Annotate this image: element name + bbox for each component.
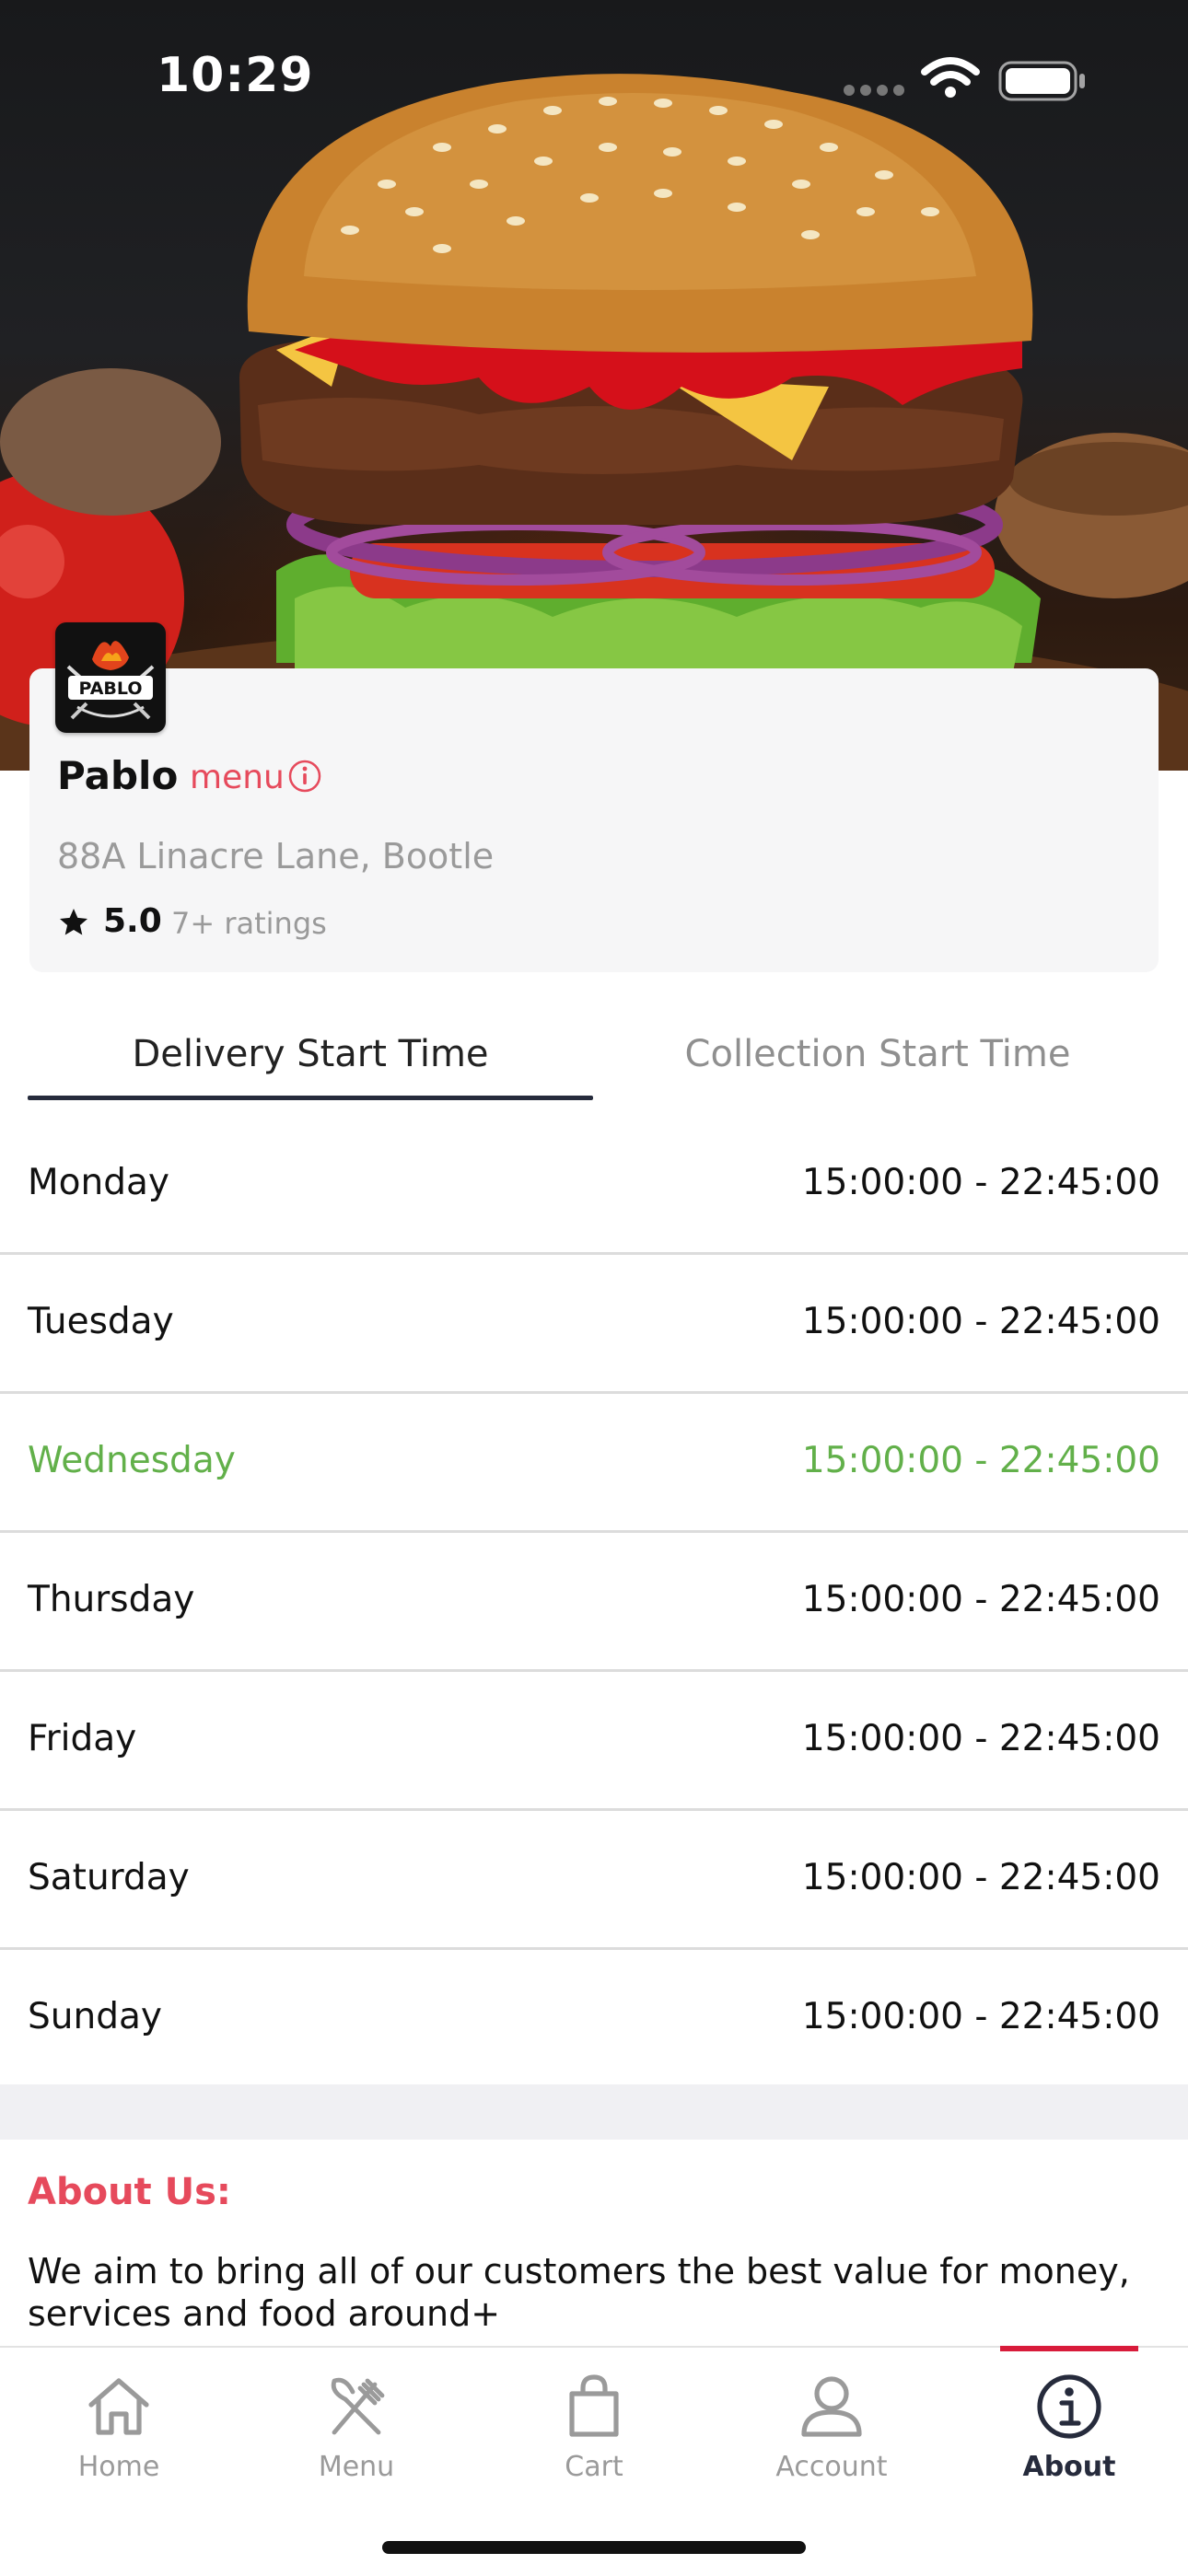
- day-hours: 15:00:00 - 22:45:00: [801, 1579, 1160, 1620]
- opening-hours-list: Monday 15:00:00 - 22:45:00 Tuesday 15:00…: [0, 1116, 1188, 2089]
- about-text: We aim to bring all of our customers the…: [28, 2251, 1130, 2334]
- day-hours: 15:00:00 - 22:45:00: [801, 1996, 1160, 2037]
- store-logo: PABLO: [55, 622, 166, 733]
- home-icon: [88, 2378, 149, 2435]
- day-hours: 15:00:00 - 22:45:00: [801, 1718, 1160, 1759]
- tab-label: Home: [77, 2451, 160, 2483]
- battery-icon: [998, 61, 1085, 101]
- schedule-row-friday: Friday 15:00:00 - 22:45:00: [0, 1672, 1188, 1811]
- cellular-signal-icon: [844, 85, 904, 96]
- tab-label: Cart: [565, 2451, 623, 2483]
- info-icon[interactable]: [287, 759, 322, 794]
- wifi-icon: [921, 57, 980, 98]
- tab-menu[interactable]: Menu: [238, 2348, 475, 2523]
- schedule-row-thursday: Thursday 15:00:00 - 22:45:00: [0, 1533, 1188, 1672]
- day-name: Wednesday: [28, 1440, 236, 1481]
- day-hours: 15:00:00 - 22:45:00: [801, 1440, 1160, 1481]
- hero-image: 10:29: [0, 0, 1188, 771]
- menu-link[interactable]: menu: [190, 759, 285, 796]
- day-name: Thursday: [28, 1579, 195, 1620]
- day-hours: 15:00:00 - 22:45:00: [801, 1857, 1160, 1898]
- day-name: Monday: [28, 1162, 169, 1203]
- rating-count: 7+ ratings: [171, 906, 327, 941]
- day-name: Saturday: [28, 1857, 190, 1898]
- store-address: 88A Linacre Lane, Bootle: [57, 836, 495, 876]
- svg-text:PABLO: PABLO: [79, 679, 143, 699]
- user-icon: [801, 2376, 862, 2437]
- tab-about[interactable]: About: [950, 2348, 1188, 2523]
- tab-label: Account: [775, 2451, 888, 2483]
- tab-home[interactable]: Home: [0, 2348, 238, 2523]
- schedule-row-wednesday: Wednesday 15:00:00 - 22:45:00: [0, 1394, 1188, 1533]
- day-hours: 15:00:00 - 22:45:00: [801, 1162, 1160, 1203]
- tab-label: Menu: [318, 2451, 395, 2483]
- rating-value: 5.0: [103, 902, 162, 940]
- info-icon: [1037, 2374, 1101, 2439]
- schedule-row-tuesday: Tuesday 15:00:00 - 22:45:00: [0, 1255, 1188, 1394]
- tab-label: About: [1022, 2451, 1116, 2483]
- star-icon: [60, 909, 87, 935]
- day-name: Tuesday: [28, 1301, 174, 1342]
- tab-cart[interactable]: Cart: [475, 2348, 713, 2523]
- tab-account[interactable]: Account: [713, 2348, 950, 2523]
- day-hours: 15:00:00 - 22:45:00: [801, 1301, 1160, 1342]
- utensils-icon: [331, 2377, 385, 2435]
- tab-collection-start-time[interactable]: Collection Start Time: [595, 1033, 1160, 1107]
- active-tab-indicator: [28, 1096, 593, 1100]
- day-name: Friday: [28, 1718, 137, 1759]
- schedule-row-sunday: Sunday 15:00:00 - 22:45:00: [0, 1950, 1188, 2089]
- status-bar: 10:29: [0, 0, 1188, 147]
- section-divider: [0, 2084, 1188, 2140]
- store-name: Pablo: [57, 753, 179, 798]
- store-logo-image: PABLO: [66, 641, 155, 720]
- home-indicator[interactable]: [382, 2541, 806, 2554]
- schedule-row-monday: Monday 15:00:00 - 22:45:00: [0, 1116, 1188, 1255]
- status-time: 10:29: [157, 48, 314, 103]
- day-name: Sunday: [28, 1996, 162, 2037]
- about-title: About Us:: [28, 2171, 231, 2213]
- schedule-row-saturday: Saturday 15:00:00 - 22:45:00: [0, 1811, 1188, 1950]
- bag-icon: [569, 2374, 619, 2437]
